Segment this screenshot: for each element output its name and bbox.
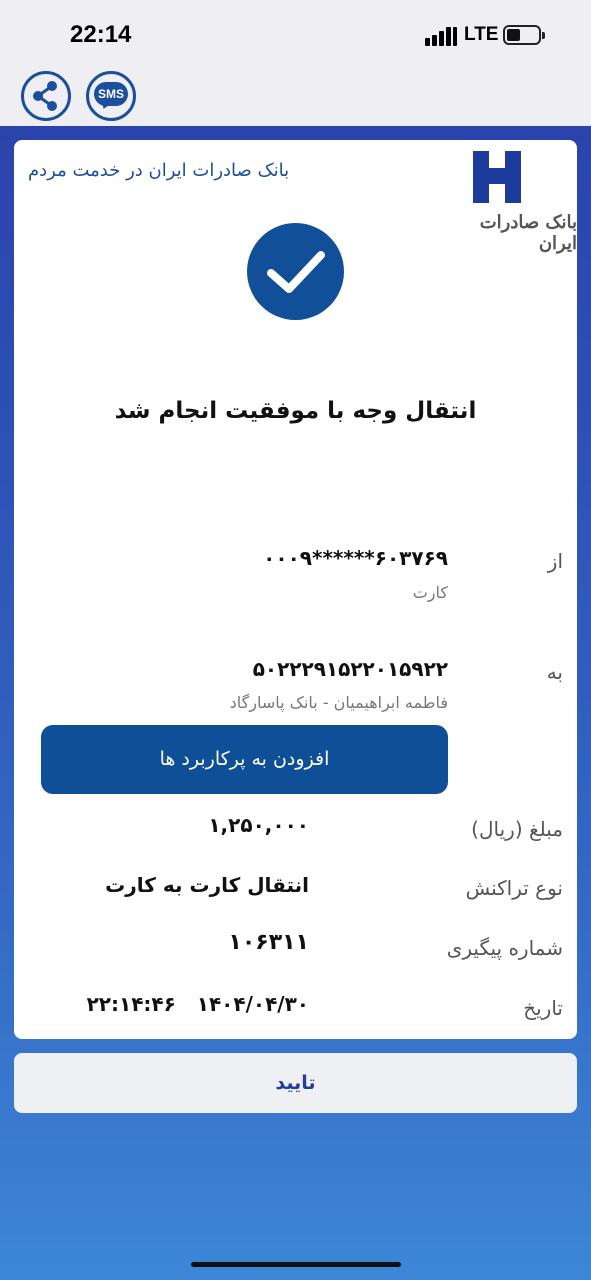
battery-icon — [503, 25, 545, 45]
home-indicator[interactable] — [191, 1262, 401, 1267]
to-card-number: ۵۰۲۲۲۹۱۵۲۲۰۱۵۹۲۲ — [252, 657, 448, 681]
share-button[interactable] — [21, 71, 71, 121]
top-bar: 22:14 LTE SMS — [0, 0, 591, 126]
sms-label: SMS — [94, 82, 128, 106]
transaction-type-value: انتقال کارت به کارت — [105, 873, 309, 897]
to-label: به — [546, 660, 563, 684]
bank-tagline: بانک صادرات ایران در خدمت مردم — [28, 160, 290, 181]
from-type: کارت — [412, 583, 448, 602]
status-bar: 22:14 LTE — [0, 0, 591, 66]
signal-icon — [425, 26, 457, 46]
receipt-card: بانک صادرات ایران در خدمت مردم بانک صادر… — [14, 140, 577, 1039]
sms-button[interactable]: SMS — [86, 71, 136, 121]
amount-value: ۱,۲۵۰,۰۰۰ — [208, 813, 309, 837]
success-check-icon — [247, 223, 344, 320]
add-to-favorites-button[interactable]: افزودن به پرکاربرد ها — [41, 725, 448, 794]
date-value: ۱۴۰۴/۰۴/۳۰ ۲۲:۱۴:۴۶ — [86, 992, 309, 1016]
success-title: انتقال وجه با موفقیت انجام شد — [114, 398, 477, 424]
from-card-number: ۶۰۳۷۶۹******۰۰۰۹ — [263, 546, 448, 570]
confirm-button[interactable]: تایید — [14, 1053, 577, 1113]
bank-logo-text: بانک صادرات ایران — [479, 212, 577, 254]
network-type: LTE — [464, 24, 499, 45]
date-label: تاریخ — [523, 996, 563, 1020]
tracking-number-value: ۱۰۶۳۱۱ — [228, 930, 309, 955]
to-owner: فاطمه ابراهیمیان - بانک پاسارگاد — [229, 693, 448, 712]
amount-label: مبلغ (ریال) — [471, 817, 563, 841]
status-time: 22:14 — [70, 21, 132, 48]
share-icon — [33, 81, 57, 111]
tracking-number-label: شماره پیگیری — [446, 936, 563, 960]
transaction-type-label: نوع تراکنش — [465, 876, 563, 900]
from-label: از — [547, 549, 563, 573]
